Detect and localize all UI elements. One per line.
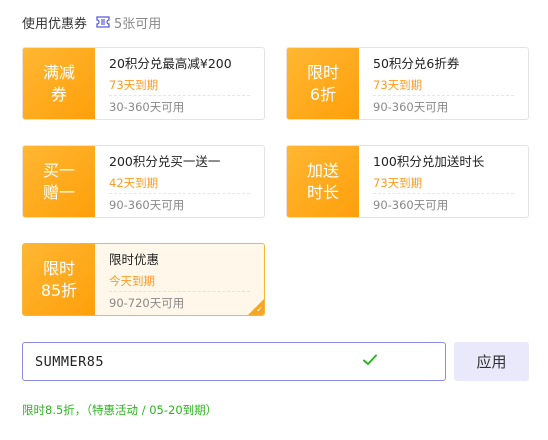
coupon-expire: 今天到期 bbox=[109, 270, 250, 292]
coupon-expire: 73天到期 bbox=[109, 74, 250, 96]
coupon-expire: 73天到期 bbox=[373, 172, 514, 194]
available-count: 5张可用 bbox=[114, 16, 162, 32]
coupon-header: 使用优惠券 5张可用 bbox=[22, 12, 161, 32]
coupon-info: 200积分兑买一送一 42天到期 90-360天可用 bbox=[95, 146, 264, 217]
coupon-info: 100积分兑加送时长 73天到期 90-360天可用 bbox=[359, 146, 528, 217]
coupon-days: 90-360天可用 bbox=[109, 198, 185, 212]
coupon-name: 限时优惠 bbox=[109, 252, 160, 267]
coupon-info: 50积分兑6折券 73天到期 90-360天可用 bbox=[359, 48, 528, 119]
coupon-badge: 限时 85折 bbox=[23, 244, 95, 315]
coupon-days: 90-720天可用 bbox=[109, 296, 185, 310]
coupon-card[interactable]: 限时 6折 50积分兑6折券 73天到期 90-360天可用 bbox=[286, 47, 529, 120]
valid-check-icon bbox=[362, 352, 378, 372]
coupon-info: 限时优惠 今天到期 90-720天可用 bbox=[95, 244, 264, 315]
coupon-days: 90-360天可用 bbox=[373, 100, 449, 114]
coupon-expire: 73天到期 bbox=[373, 74, 514, 96]
coupon-name: 100积分兑加送时长 bbox=[373, 154, 485, 169]
coupon-header-title: 使用优惠券 bbox=[22, 16, 88, 32]
coupon-badge: 满减 券 bbox=[23, 48, 95, 119]
apply-button[interactable]: 应用 bbox=[454, 342, 529, 381]
coupon-name: 50积分兑6折券 bbox=[373, 56, 460, 71]
coupon-expire: 42天到期 bbox=[109, 172, 250, 194]
coupon-days: 30-360天可用 bbox=[109, 100, 185, 114]
coupon-card[interactable]: 满减 券 20积分兑最高减¥200 73天到期 30-360天可用 bbox=[22, 47, 265, 120]
promo-code-field[interactable] bbox=[22, 342, 446, 381]
coupon-badge: 加送 时长 bbox=[287, 146, 359, 217]
coupon-days: 90-360天可用 bbox=[373, 198, 449, 212]
coupon-info: 20积分兑最高减¥200 73天到期 30-360天可用 bbox=[95, 48, 264, 119]
coupon-card-selected[interactable]: 限时 85折 限时优惠 今天到期 90-720天可用 ✓ bbox=[22, 243, 265, 316]
coupon-card[interactable]: 买一 赠一 200积分兑买一送一 42天到期 90-360天可用 bbox=[22, 145, 265, 218]
selected-check-icon: ✓ bbox=[256, 305, 263, 314]
promo-code-input[interactable] bbox=[23, 343, 353, 380]
promo-status-text: 限时8.5折，（特惠活动 / 05-20到期） bbox=[22, 403, 218, 417]
ticket-icon bbox=[96, 16, 110, 28]
coupon-card[interactable]: 加送 时长 100积分兑加送时长 73天到期 90-360天可用 bbox=[286, 145, 529, 218]
coupon-badge: 限时 6折 bbox=[287, 48, 359, 119]
coupon-name: 200积分兑买一送一 bbox=[109, 154, 221, 169]
coupon-badge: 买一 赠一 bbox=[23, 146, 95, 217]
coupon-name: 20积分兑最高减¥200 bbox=[109, 56, 232, 71]
